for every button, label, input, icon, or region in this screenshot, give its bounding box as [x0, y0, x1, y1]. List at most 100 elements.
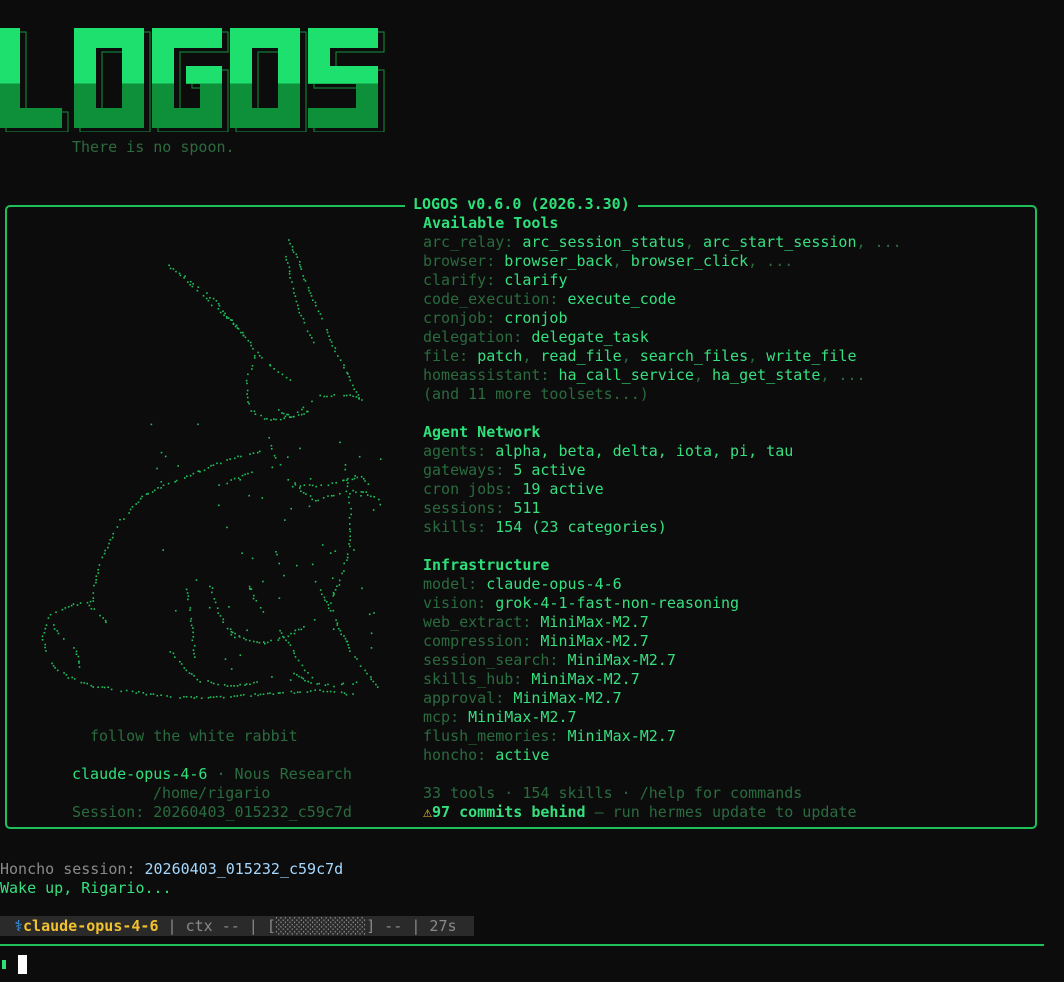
toolset-name: clarify:	[423, 271, 496, 289]
tool-name: ha_call_service	[558, 366, 694, 384]
infra-row-value: MiniMax-M2.7	[531, 670, 640, 688]
greeting: Wake up, Rigario...	[0, 879, 172, 897]
model-name: claude-opus-4-6	[72, 765, 208, 783]
more-ellipsis: , ...	[820, 366, 866, 384]
infra-row-value: MiniMax-M2.7	[468, 708, 577, 726]
list-separator: ,	[522, 347, 541, 365]
status-bar: ⚕ claude-opus-4-6 | ctx -- | [░░░░░░░░░░]…	[0, 916, 474, 936]
network-row-value: 19 active	[522, 480, 604, 498]
network-row-value: alpha, beta, delta, iota, pi, tau	[495, 442, 794, 460]
tool-name: cronjob	[504, 309, 568, 327]
tagline: There is no spoon.	[72, 138, 235, 156]
infra-row-key: skills_hub:	[423, 670, 523, 688]
model-line: claude-opus-4-6 · Nous Research	[72, 765, 352, 784]
session-id: Session: 20260403_015232_c59c7d	[72, 803, 352, 821]
logos-logo	[0, 22, 400, 132]
commits-behind: 97 commits behind	[432, 803, 586, 821]
infra-row-value: claude-opus-4-6	[486, 575, 622, 593]
tools-list: arc_relay: arc_session_status, arc_start…	[423, 233, 1033, 385]
infra-row-value: MiniMax-M2.7	[540, 613, 649, 631]
infra-row-key: compression:	[423, 632, 532, 650]
toolset-name: code_execution:	[423, 290, 559, 308]
infra-row: session_search: MiniMax-M2.7	[423, 651, 1033, 670]
update-hint: — run hermes update to update	[585, 803, 857, 821]
list-separator: ,	[693, 366, 712, 384]
tool-row: homeassistant: ha_call_service, ha_get_s…	[423, 366, 1033, 385]
status-model: claude-opus-4-6	[23, 916, 159, 935]
network-row-key: cron jobs:	[423, 480, 514, 498]
tools-header: Available Tools	[423, 214, 559, 232]
network-row: skills: 154 (23 categories)	[423, 518, 1033, 537]
tool-name: patch	[477, 347, 523, 365]
tool-name: execute_code	[567, 290, 676, 308]
network-row-key: agents:	[423, 442, 487, 460]
tool-name: arc_session_status	[522, 233, 685, 251]
tool-name: ha_get_state	[712, 366, 821, 384]
infra-row-key: session_search:	[423, 651, 559, 669]
infra-row-key: mcp:	[423, 708, 460, 726]
network-row: sessions: 511	[423, 499, 1033, 518]
infra-row: model: claude-opus-4-6	[423, 575, 1033, 594]
infra-header: Infrastructure	[423, 556, 550, 574]
input-cursor[interactable]	[18, 955, 27, 974]
infra-row: skills_hub: MiniMax-M2.7	[423, 670, 1033, 689]
list-separator: ,	[748, 347, 767, 365]
tool-name: clarify	[504, 271, 568, 289]
logos-logo-graphic	[0, 28, 385, 132]
caduceus-icon: ⚕	[14, 916, 24, 935]
infra-row-value: MiniMax-M2.7	[540, 632, 649, 650]
art-caption: follow the white rabbit	[90, 727, 298, 745]
network-header: Agent Network	[423, 423, 541, 441]
infra-row: mcp: MiniMax-M2.7	[423, 708, 1033, 727]
tool-row: file: patch, read_file, search_files, wr…	[423, 347, 1033, 366]
tool-row: delegation: delegate_task	[423, 328, 1033, 347]
network-row-value: 5 active	[513, 461, 586, 479]
infra-row: vision: grok-4-1-fast-non-reasoning	[423, 594, 1033, 613]
infra-row-value: MiniMax-M2.7	[567, 651, 676, 669]
rabbit-dot-art	[41, 239, 382, 699]
infra-row: web_extract: MiniMax-M2.7	[423, 613, 1033, 632]
panel-right-column: Available Tools arc_relay: arc_session_s…	[423, 214, 1033, 822]
more-ellipsis: , ...	[748, 252, 794, 270]
tool-name: delegate_task	[531, 328, 649, 346]
network-row-key: sessions:	[423, 499, 505, 517]
prompt-marker-icon	[2, 960, 6, 969]
honcho-session-id: 20260403_015232_c59c7d	[144, 860, 344, 878]
network-row-value: 154 (23 categories)	[495, 518, 667, 536]
tool-name: browser_click	[630, 252, 749, 270]
infra-row-value: MiniMax-M2.7	[513, 689, 622, 707]
tool-name: search_files	[639, 347, 749, 365]
list-separator: ,	[612, 252, 631, 270]
tool-name: read_file	[540, 347, 622, 365]
warning-icon: ⚠	[423, 803, 433, 821]
summary-line: 33 tools · 154 skills · /help for comman…	[423, 784, 803, 802]
status-ctx: | ctx -- | [	[158, 916, 276, 935]
network-row: agents: alpha, beta, delta, iota, pi, ta…	[423, 442, 1033, 461]
infra-row-key: flush_memories:	[423, 727, 559, 745]
infra-row-key: honcho:	[423, 746, 487, 764]
provider-name: · Nous Research	[207, 765, 352, 783]
infra-row-key: model:	[423, 575, 478, 593]
tool-row: browser: browser_back, browser_click, ..…	[423, 252, 1033, 271]
tool-row: clarify: clarify	[423, 271, 1033, 290]
infra-row: compression: MiniMax-M2.7	[423, 632, 1033, 651]
tool-name: browser_back	[504, 252, 613, 270]
tool-row: code_execution: execute_code	[423, 290, 1033, 309]
tool-row: arc_relay: arc_session_status, arc_start…	[423, 233, 1033, 252]
toolset-name: homeassistant:	[423, 366, 550, 384]
infra-row: flush_memories: MiniMax-M2.7	[423, 727, 1033, 746]
toolset-name: browser:	[423, 252, 496, 270]
honcho-session-line: Honcho session: 20260403_015232_c59c7d	[0, 860, 343, 879]
infra-row-key: web_extract:	[423, 613, 532, 631]
more-ellipsis: , ...	[856, 233, 902, 251]
network-row: gateways: 5 active	[423, 461, 1033, 480]
tool-name: write_file	[766, 347, 857, 365]
infra-row-value: grok-4-1-fast-non-reasoning	[495, 594, 740, 612]
cwd: /home/rigario	[153, 784, 271, 802]
network-row-key: gateways:	[423, 461, 505, 479]
infra-row-value: MiniMax-M2.7	[567, 727, 676, 745]
tool-row: cronjob: cronjob	[423, 309, 1033, 328]
infra-row: approval: MiniMax-M2.7	[423, 689, 1033, 708]
infra-row: honcho: active	[423, 746, 1033, 765]
white-rabbit-art	[30, 230, 400, 720]
